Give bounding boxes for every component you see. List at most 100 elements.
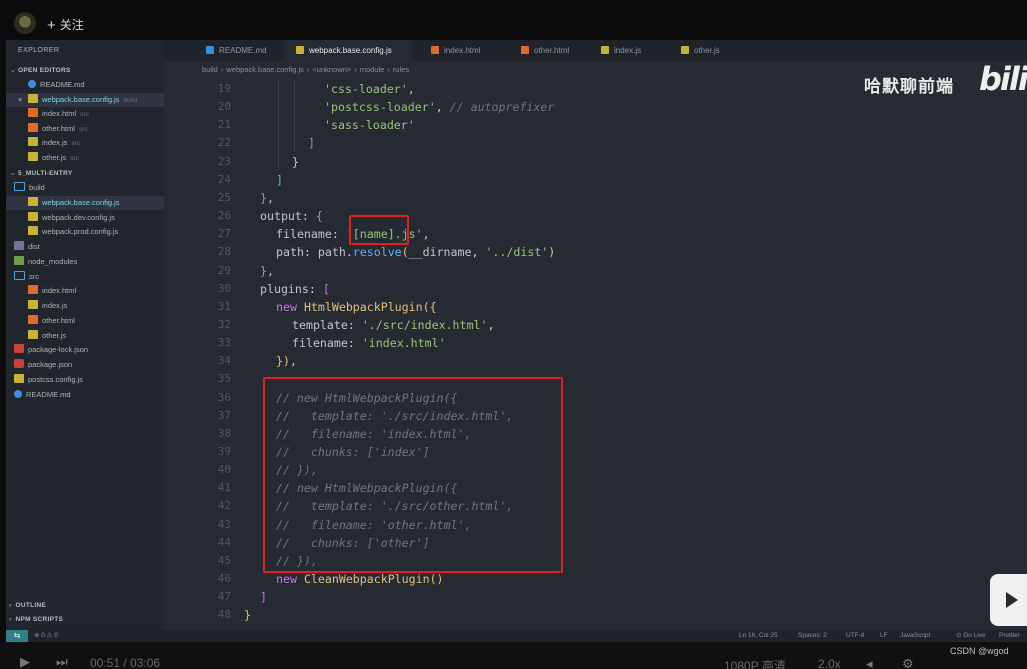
breadcrumb-separator: ›	[306, 65, 310, 74]
line-number: 25	[217, 190, 231, 204]
bilibili-tv-icon	[990, 574, 1027, 626]
tree-file[interactable]: other.html	[6, 314, 164, 328]
tree-file[interactable]: other.js	[6, 329, 164, 343]
indentation[interactable]: Spaces: 2	[798, 630, 827, 642]
breadcrumb-item[interactable]: module	[360, 65, 385, 74]
tree-file[interactable]: postcss.config.js	[6, 373, 164, 387]
breadcrumb-item[interactable]: rules	[393, 65, 409, 74]
line-number: 22	[217, 136, 231, 150]
line-number: 31	[217, 299, 231, 313]
tab-label: index.js	[614, 46, 642, 55]
line-ending[interactable]: LF	[880, 630, 888, 642]
code-line: 25},	[164, 189, 1027, 207]
cursor-position[interactable]: Ln 16, Col 25	[739, 630, 778, 642]
explorer-sidebar: EXPLORER ··· ⌄OPEN EDITORS README.md×web…	[6, 40, 178, 630]
outline-label: OUTLINE	[15, 602, 47, 609]
follow-button[interactable]: + 关注	[47, 16, 84, 34]
tree-item-label: webpack.dev.config.js	[42, 212, 115, 222]
open-editor-item[interactable]: other.js src	[6, 151, 164, 165]
line-number: 40	[217, 463, 231, 477]
close-icon[interactable]: ×	[18, 93, 28, 107]
tree-item-label: src	[29, 271, 39, 281]
breadcrumb-item[interactable]: build	[202, 65, 218, 74]
editor-tab[interactable]: other.html	[509, 40, 569, 61]
chevron-down-icon: ⌄	[10, 170, 17, 177]
code-line: 28 path: path.resolve(__dirname, '../dist…	[164, 243, 1027, 261]
editor-tab[interactable]: other.js	[669, 40, 720, 61]
editor-tab[interactable]: index.html	[419, 40, 480, 61]
tree-folder[interactable]: node_modules	[6, 255, 164, 269]
breadcrumb-item[interactable]: <unknown>	[312, 65, 351, 74]
line-number: 30	[217, 281, 231, 295]
line-number: 19	[217, 82, 231, 95]
breadcrumb-separator: ›	[387, 65, 390, 74]
remote-icon[interactable]: ⇆	[6, 630, 28, 642]
html-icon	[521, 46, 529, 54]
editor-tab[interactable]: README.md	[194, 40, 267, 61]
tree-item-label: webpack.base.config.js	[42, 197, 120, 207]
code-text: 'css-loader',	[324, 82, 415, 96]
tree-file[interactable]: webpack.dev.config.js	[6, 211, 164, 225]
tree-folder[interactable]: build	[6, 181, 164, 195]
open-editor-label: webpack.base.config.js	[42, 94, 120, 104]
tree-folder[interactable]: src	[6, 270, 164, 284]
encoding[interactable]: UTF-8	[846, 630, 864, 642]
tree-file[interactable]: index.html	[6, 284, 164, 298]
annotation-box-filename	[349, 215, 409, 245]
code-line: 32 template: './src/index.html',	[164, 316, 1027, 334]
tree-file[interactable]: package-lock.json	[6, 343, 164, 357]
code-text: 'sass-loader'	[324, 118, 415, 133]
speed-selector[interactable]: 2.0x	[818, 657, 841, 669]
code-line: 27 filename: '[name].js',	[164, 225, 1027, 243]
outline-section[interactable]: › OUTLINE	[6, 602, 164, 609]
breadcrumb: build › webpack.base.config.js › <unknown> › m…	[202, 65, 412, 77]
settings-icon[interactable]: ⚙	[902, 656, 914, 669]
code-text: }	[244, 608, 251, 623]
project-header[interactable]: ⌄ 5_MULTI-ENTRY	[6, 167, 164, 181]
editor-tabs: README.md webpack.base.config.js index.htm…	[164, 40, 1027, 61]
open-editor-path: build	[123, 96, 138, 104]
next-icon[interactable]: ⏭	[56, 654, 68, 669]
code-line: 29},	[164, 262, 1027, 280]
quality-selector[interactable]: 1080P 高清	[724, 657, 786, 669]
js-icon	[28, 137, 38, 147]
open-editor-item[interactable]: × webpack.base.config.js build	[6, 92, 164, 107]
tree-file[interactable]: package.json	[6, 358, 164, 372]
editor-tab[interactable]: webpack.base.config.js	[284, 40, 412, 61]
uploader-avatar[interactable]	[14, 12, 36, 34]
open-editor-item[interactable]: index.js src	[6, 136, 164, 150]
tree-file[interactable]: webpack.prod.config.js	[6, 225, 164, 239]
html-icon	[28, 122, 38, 132]
prettier-status[interactable]: Prettier	[999, 630, 1020, 642]
code-line: 26 output: {	[164, 207, 1027, 225]
line-number: 43	[217, 517, 231, 531]
code-text: template: './src/index.html',	[292, 317, 495, 332]
md-icon	[14, 389, 22, 398]
tree-file[interactable]: webpack.base.config.js	[6, 195, 164, 210]
json-icon	[14, 344, 24, 354]
explorer-title: EXPLORER	[18, 47, 60, 54]
npm-scripts-section[interactable]: › NPM SCRIPTS	[6, 616, 164, 623]
line-number: 35	[217, 372, 231, 386]
play-icon[interactable]: ▶	[20, 654, 30, 669]
go-live-button[interactable]: ⊙ Go Live	[956, 630, 986, 642]
breadcrumb-separator: ›	[220, 65, 224, 74]
video-player-controls: ▶ ⏭ 00:51 / 03:06 1080P 高清 2.0x ◂ ⚙ CSDN…	[0, 642, 1027, 669]
editor-tab[interactable]: index.js	[589, 40, 641, 61]
open-editor-item[interactable]: index.html src	[6, 107, 164, 121]
tab-label: other.js	[694, 46, 720, 55]
tree-file[interactable]: index.js	[6, 299, 164, 313]
tree-folder[interactable]: dist	[6, 240, 164, 254]
breadcrumb-item[interactable]: webpack.base.config.js	[226, 65, 304, 74]
code-line: 30 plugins: [	[164, 280, 1027, 298]
language-mode[interactable]: JavaScript	[900, 630, 930, 642]
open-editor-item[interactable]: other.html src	[6, 122, 164, 136]
open-editors-header[interactable]: ⌄ OPEN EDITORS	[6, 64, 164, 78]
js-icon	[28, 211, 38, 221]
open-editor-item[interactable]: README.md	[6, 78, 164, 92]
line-number: 46	[217, 572, 231, 586]
volume-icon[interactable]: ◂	[866, 656, 873, 669]
html-icon	[431, 46, 439, 54]
tree-file[interactable]: README.md	[6, 388, 164, 402]
problems-indicator[interactable]: ⊗ 0 ⚠ 0	[34, 630, 58, 642]
